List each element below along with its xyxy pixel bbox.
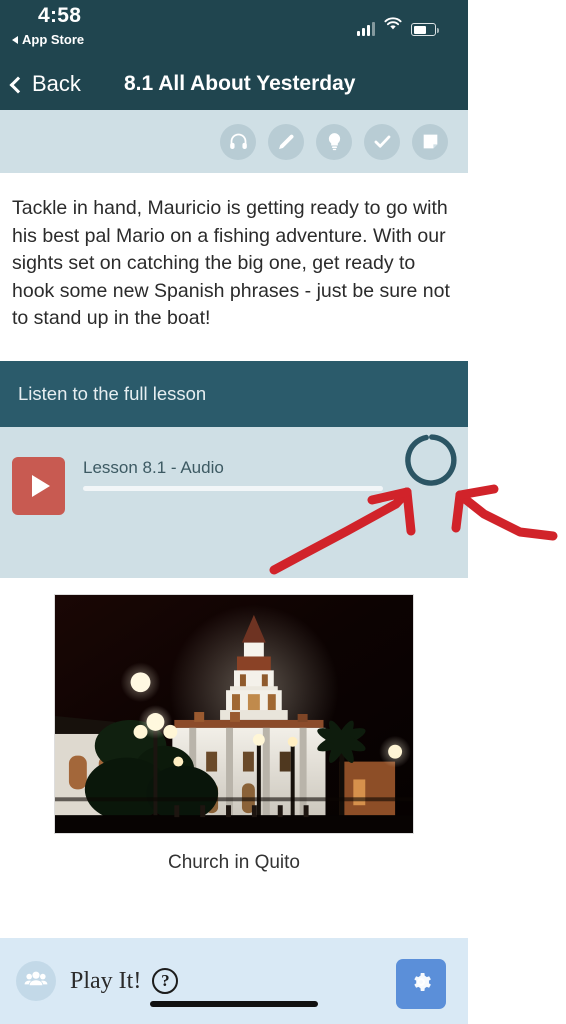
figure-caption: Church in Quito [167,851,300,873]
pencil-icon [276,131,297,152]
gear-icon [409,970,433,999]
return-to-app-store-link[interactable]: App Store [12,32,84,47]
bottom-bar: Play It! ? [0,938,468,1024]
page-title: 8.1 All About Yesterday [124,72,356,95]
toolbar-button-listen[interactable] [220,123,256,160]
play-icon [31,474,50,497]
chevron-left-icon [9,76,27,93]
audio-section-title: Listen to the full lesson [18,382,207,404]
people-group-icon [24,967,48,996]
audio-play-button[interactable] [12,456,65,515]
lesson-intro-text: Tackle in hand, Mauricio is getting read… [12,197,450,329]
phone-screen: 4:58 App Store Back 8.1 All About Yester… [0,0,468,1024]
toolbar-button-write[interactable] [268,123,304,160]
back-triangle-icon [12,35,18,44]
lesson-figure: Church in Quito [0,577,468,874]
audio-track-title: Lesson 8.1 - Audio [83,457,224,477]
settings-button[interactable] [396,959,446,1009]
navigation-bar: Back 8.1 All About Yesterday [0,58,468,110]
lesson-intro: Tackle in hand, Mauricio is getting read… [0,173,468,361]
battery-icon [411,23,439,36]
home-indicator-bar [150,1001,318,1007]
screenshot-canvas: 4:58 App Store Back 8.1 All About Yester… [0,0,566,1024]
check-icon [372,131,393,152]
audio-progress-bar[interactable] [83,485,383,491]
return-app-label: App Store [22,32,85,47]
church-photo [54,593,414,834]
wifi-icon [384,17,402,36]
loading-spinner-icon [403,434,459,492]
status-bar-time: 4:58 [38,4,82,27]
status-bar-indicators [357,17,439,36]
play-it-label[interactable]: Play It! [70,968,141,995]
lesson-toolbar [0,110,468,173]
toolbar-button-check[interactable] [364,123,400,160]
toolbar-button-notes[interactable] [412,123,448,160]
back-button[interactable]: Back [9,71,81,97]
note-icon [420,131,441,152]
audio-player: Lesson 8.1 - Audio [0,426,468,578]
cellular-signal-icon [357,22,375,36]
people-group-button[interactable] [16,961,56,1001]
lightbulb-icon [324,131,345,152]
status-bar: 4:58 App Store [0,0,468,58]
headphones-icon [228,131,249,152]
night-church-illustration [55,594,413,833]
audio-section-header: Listen to the full lesson [0,360,468,427]
red-arrow-right [451,484,558,541]
question-mark-icon[interactable]: ? [152,968,179,994]
back-button-label: Back [32,71,81,96]
loading-spinner [403,432,459,493]
toolbar-button-hint[interactable] [316,123,352,160]
